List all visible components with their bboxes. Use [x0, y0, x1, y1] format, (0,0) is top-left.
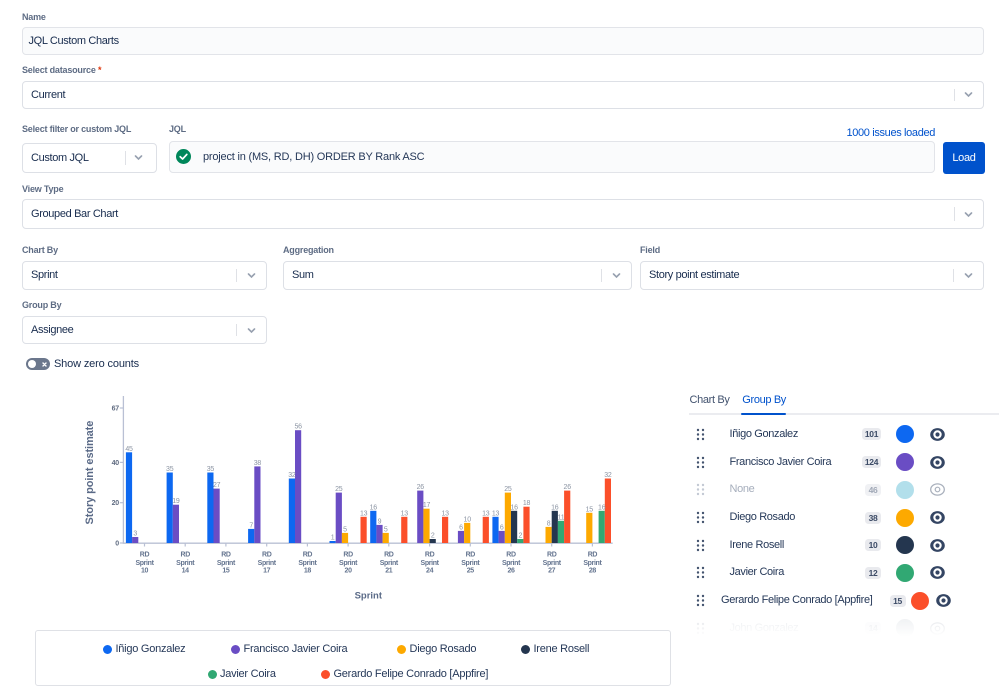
- svg-text:RD: RD: [506, 552, 516, 559]
- svg-text:Sprint: Sprint: [258, 560, 277, 567]
- svg-text:RD: RD: [221, 552, 231, 559]
- svg-text:26: 26: [417, 484, 425, 491]
- svg-text:RD: RD: [425, 552, 435, 559]
- svg-text:25: 25: [504, 486, 512, 493]
- svg-text:13: 13: [492, 510, 500, 517]
- svg-text:RD: RD: [180, 552, 190, 559]
- svg-text:Sprint: Sprint: [502, 560, 521, 567]
- svg-text:Sprint: Sprint: [461, 560, 480, 567]
- svg-text:Sprint: Sprint: [298, 560, 317, 567]
- svg-text:15: 15: [222, 568, 230, 575]
- svg-text:15: 15: [586, 506, 594, 513]
- svg-text:26: 26: [564, 484, 572, 491]
- svg-text:Sprint: Sprint: [380, 560, 399, 567]
- svg-text:19: 19: [172, 498, 180, 505]
- svg-text:40: 40: [112, 460, 120, 467]
- svg-text:Sprint: Sprint: [355, 591, 383, 602]
- svg-text:67: 67: [112, 406, 120, 413]
- svg-text:RD: RD: [466, 552, 476, 559]
- svg-text:Sprint: Sprint: [583, 560, 602, 567]
- svg-text:56: 56: [294, 424, 302, 431]
- svg-text:6: 6: [500, 524, 504, 531]
- svg-text:RD: RD: [303, 552, 313, 559]
- svg-text:RD: RD: [547, 552, 557, 559]
- svg-text:Sprint: Sprint: [543, 560, 562, 567]
- svg-text:Sprint: Sprint: [339, 560, 358, 567]
- svg-text:14: 14: [182, 568, 190, 575]
- svg-text:18: 18: [523, 500, 531, 507]
- svg-text:17: 17: [263, 568, 271, 575]
- svg-text:13: 13: [441, 510, 449, 517]
- svg-text:13: 13: [360, 510, 368, 517]
- svg-text:38: 38: [254, 460, 262, 467]
- svg-text:16: 16: [598, 504, 606, 511]
- svg-text:10: 10: [141, 568, 149, 575]
- svg-text:25: 25: [467, 568, 475, 575]
- svg-text:RD: RD: [262, 552, 272, 559]
- svg-text:5: 5: [384, 526, 388, 533]
- svg-text:5: 5: [343, 526, 347, 533]
- svg-text:45: 45: [125, 446, 133, 453]
- svg-text:24: 24: [426, 568, 434, 575]
- svg-text:0: 0: [115, 541, 119, 548]
- svg-text:7: 7: [249, 522, 253, 529]
- svg-text:20: 20: [112, 500, 120, 507]
- svg-text:2: 2: [431, 533, 435, 540]
- svg-text:Sprint: Sprint: [176, 560, 195, 567]
- svg-text:25: 25: [335, 486, 343, 493]
- svg-text:32: 32: [604, 472, 612, 479]
- svg-text:RD: RD: [588, 552, 598, 559]
- svg-text:9: 9: [378, 518, 382, 525]
- svg-text:16: 16: [370, 504, 378, 511]
- svg-text:RD: RD: [384, 552, 394, 559]
- svg-text:28: 28: [589, 568, 597, 575]
- svg-text:1: 1: [331, 535, 335, 542]
- svg-text:Sprint: Sprint: [217, 560, 236, 567]
- svg-text:Sprint: Sprint: [135, 560, 154, 567]
- svg-text:26: 26: [507, 568, 515, 575]
- svg-text:10: 10: [464, 516, 472, 523]
- svg-text:11: 11: [558, 514, 565, 521]
- svg-text:21: 21: [385, 568, 393, 575]
- svg-text:16: 16: [551, 504, 559, 511]
- svg-text:Sprint: Sprint: [421, 560, 440, 567]
- svg-text:13: 13: [401, 510, 409, 517]
- svg-text:2: 2: [518, 533, 522, 540]
- svg-text:RD: RD: [343, 552, 353, 559]
- svg-text:35: 35: [166, 466, 174, 473]
- svg-text:27: 27: [548, 568, 556, 575]
- svg-text:16: 16: [510, 504, 518, 511]
- svg-text:8: 8: [547, 520, 551, 527]
- svg-text:3: 3: [133, 531, 137, 538]
- svg-text:Story point estimate: Story point estimate: [84, 421, 96, 525]
- svg-text:32: 32: [288, 472, 296, 479]
- svg-text:RD: RD: [140, 552, 150, 559]
- svg-text:20: 20: [345, 568, 353, 575]
- svg-text:6: 6: [459, 524, 463, 531]
- svg-text:13: 13: [482, 510, 490, 517]
- svg-text:18: 18: [304, 568, 312, 575]
- svg-text:35: 35: [207, 466, 215, 473]
- svg-text:17: 17: [423, 502, 431, 509]
- svg-text:27: 27: [213, 482, 221, 489]
